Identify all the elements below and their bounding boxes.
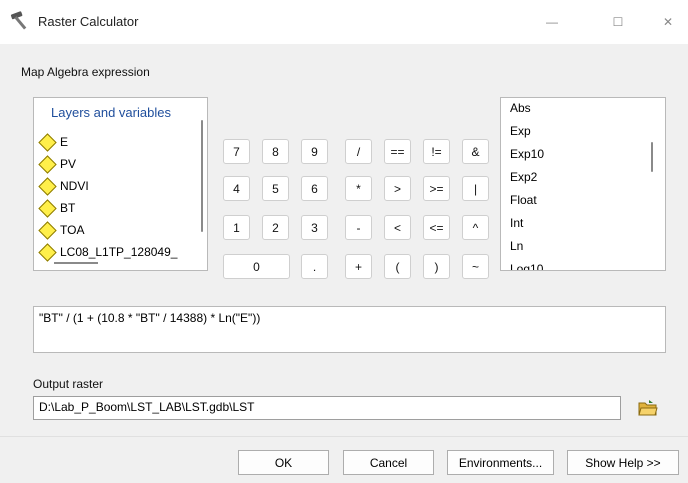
key-4[interactable]: 4	[223, 176, 250, 201]
ok-button[interactable]: OK	[238, 450, 329, 475]
key-plus[interactable]: +	[345, 254, 372, 279]
maximize-icon: ☐	[612, 15, 624, 29]
key-greater-equal[interactable]: >=	[423, 176, 450, 201]
environments-button[interactable]: Environments...	[447, 450, 554, 475]
layer-item-bt[interactable]: BT	[38, 198, 75, 218]
layer-item-pv[interactable]: PV	[38, 154, 76, 174]
layer-item-toa[interactable]: TOA	[38, 220, 84, 240]
layers-vertical-scrollbar[interactable]	[201, 120, 203, 232]
key-not-equals[interactable]: !=	[423, 139, 450, 164]
key-3[interactable]: 3	[301, 215, 328, 240]
key-divide[interactable]: /	[345, 139, 372, 164]
expression-section-label: Map Algebra expression	[21, 65, 150, 79]
key-7[interactable]: 7	[223, 139, 250, 164]
key-or[interactable]: |	[462, 176, 489, 201]
function-item-exp2[interactable]: Exp2	[510, 167, 537, 187]
dialog-body: Map Algebra expression Layers and variab…	[0, 44, 688, 483]
yellow-diamond-icon	[38, 198, 57, 218]
function-item-log10[interactable]: Log10	[510, 259, 543, 270]
yellow-diamond-icon	[38, 242, 57, 262]
key-8[interactable]: 8	[262, 139, 289, 164]
yellow-diamond-icon	[38, 132, 57, 152]
key-5[interactable]: 5	[262, 176, 289, 201]
function-item-float[interactable]: Float	[510, 190, 537, 210]
cancel-button[interactable]: Cancel	[343, 450, 434, 475]
dialog-footer: OK Cancel Environments... Show Help >>	[0, 437, 688, 483]
key-6[interactable]: 6	[301, 176, 328, 201]
show-help-button[interactable]: Show Help >>	[567, 450, 679, 475]
close-icon: ✕	[662, 15, 674, 29]
key-less-than[interactable]: <	[384, 215, 411, 240]
browse-button[interactable]	[634, 394, 662, 422]
key-open-paren[interactable]: (	[384, 254, 411, 279]
key-multiply[interactable]: *	[345, 176, 372, 201]
function-item-int[interactable]: Int	[510, 213, 523, 233]
open-folder-icon	[638, 400, 658, 416]
expression-textbox[interactable]: "BT" / (1 + (10.8 * "BT" / 14388) * Ln("…	[33, 306, 666, 353]
functions-listbox[interactable]: Abs Exp Exp10 Exp2 Float Int Ln Log10	[500, 97, 666, 271]
layers-horizontal-scrollbar[interactable]	[54, 262, 98, 264]
key-1[interactable]: 1	[223, 215, 250, 240]
key-less-equal[interactable]: <=	[423, 215, 450, 240]
output-raster-label: Output raster	[33, 377, 104, 391]
yellow-diamond-icon	[38, 220, 57, 240]
function-item-exp[interactable]: Exp	[510, 121, 531, 141]
layers-listbox[interactable]: Layers and variables E PV NDVI BT TOA LC…	[33, 97, 208, 271]
yellow-diamond-icon	[38, 176, 57, 196]
key-decimal[interactable]: .	[301, 254, 328, 279]
function-item-exp10[interactable]: Exp10	[510, 144, 544, 164]
key-2[interactable]: 2	[262, 215, 289, 240]
key-power[interactable]: ^	[462, 215, 489, 240]
title-bar: Raster Calculator — ☐ ✕	[0, 0, 688, 44]
key-not[interactable]: ~	[462, 254, 489, 279]
window-title: Raster Calculator	[38, 14, 139, 29]
output-raster-field[interactable]: D:\Lab_P_Boom\LST_LAB\LST.gdb\LST	[33, 396, 621, 420]
function-item-abs[interactable]: Abs	[510, 98, 531, 118]
yellow-diamond-icon	[38, 154, 57, 174]
hammer-icon	[10, 11, 27, 30]
layer-item-e[interactable]: E	[38, 132, 68, 152]
key-9[interactable]: 9	[301, 139, 328, 164]
layer-item-lc08[interactable]: LC08_L1TP_128049_	[38, 242, 177, 262]
maximize-button[interactable]: ☐	[598, 8, 638, 36]
key-minus[interactable]: -	[345, 215, 372, 240]
layer-item-ndvi[interactable]: NDVI	[38, 176, 89, 196]
key-and[interactable]: &	[462, 139, 489, 164]
key-greater-than[interactable]: >	[384, 176, 411, 201]
key-close-paren[interactable]: )	[423, 254, 450, 279]
key-equals[interactable]: ==	[384, 139, 411, 164]
minimize-button[interactable]: —	[532, 8, 572, 36]
function-item-ln[interactable]: Ln	[510, 236, 523, 256]
key-0[interactable]: 0	[223, 254, 290, 279]
minimize-icon: —	[546, 15, 558, 29]
functions-vertical-scrollbar[interactable]	[651, 142, 653, 172]
close-button[interactable]: ✕	[648, 8, 688, 36]
layers-header: Layers and variables	[51, 105, 171, 120]
